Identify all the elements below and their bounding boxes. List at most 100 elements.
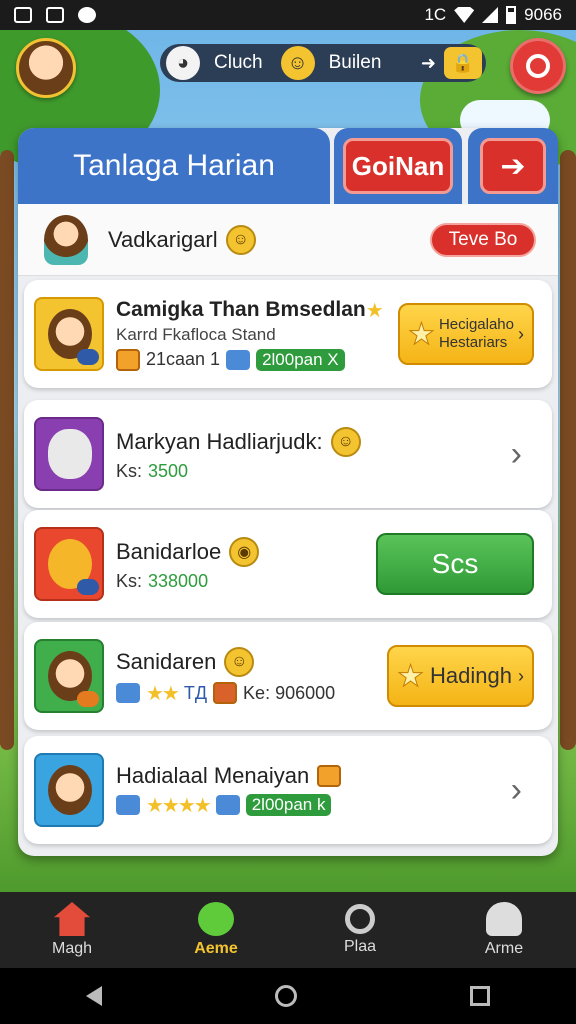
scs-button[interactable]: Scs <box>376 533 534 595</box>
list-item[interactable]: Banidarloe ◉ Ks: 338000 Scs <box>24 510 552 618</box>
badge-icon <box>77 579 99 595</box>
ticket-icon <box>116 683 140 703</box>
nav-label: Arme <box>484 940 524 957</box>
star-icon: ★ <box>408 317 436 351</box>
smiley-icon: ☺ <box>330 426 361 457</box>
chest-icon <box>213 682 238 704</box>
item-title: Camigka Than Bmsedlan ★ <box>116 298 384 322</box>
bottom-nav: Magh Aeme Plaa Arme <box>0 892 576 968</box>
gift-icon <box>317 764 342 787</box>
home-icon <box>54 902 90 936</box>
item-thumbnail <box>34 297 104 371</box>
list-item[interactable]: Camigka Than Bmsedlan ★ Karrd Fkafloca S… <box>24 280 552 388</box>
smiley-icon: ☺ <box>225 224 256 255</box>
cat-face-icon: ◕ <box>166 46 200 80</box>
ticket-icon <box>226 349 251 370</box>
profile-name: Vadkarigarl <box>108 226 218 252</box>
signal-label: 1C <box>424 5 447 24</box>
item-meta-text: 21caan 1 <box>146 349 221 369</box>
ball-icon <box>78 7 96 23</box>
nav-label: Plaa <box>343 938 377 955</box>
smiley-icon: ☺ <box>280 46 315 80</box>
nav-home[interactable]: Magh <box>0 892 144 968</box>
home-circle-icon[interactable] <box>274 985 297 1007</box>
nav-chat[interactable]: Aeme <box>144 892 288 968</box>
list-item[interactable]: Hadialaal Menaiyan ★★★★ 2l00pan k › <box>24 736 552 844</box>
search-icon <box>345 904 375 934</box>
stars-icon: ★★ <box>146 682 180 705</box>
tag-text: TД <box>183 682 208 703</box>
profile-row: Vadkarigarl ☺ Teve Bo <box>18 204 558 276</box>
claim-button-line1: Hecigalaho <box>438 316 514 333</box>
power-button[interactable] <box>510 38 566 94</box>
chevron-right-icon[interactable]: › <box>511 771 522 810</box>
hud-bar: ◕ Cluch ☺ Builen ➜ 🔒 <box>160 44 486 82</box>
smiley-icon: ☺ <box>224 646 255 677</box>
notification-icons <box>14 7 96 23</box>
back-icon[interactable] <box>86 986 103 1006</box>
nav-search[interactable]: Plaa <box>288 892 432 968</box>
item-thumbnail <box>34 753 104 827</box>
bear-face <box>48 429 92 479</box>
tree-trunk <box>560 150 576 750</box>
user-icon <box>486 902 522 936</box>
item-subtitle: Karrd Fkafloca Stand <box>116 324 276 344</box>
system-nav-bar <box>0 968 576 1024</box>
list-item[interactable]: Sanidaren ☺ ★★ TД Ke: 906000 ★ Hadingh › <box>24 622 552 730</box>
hadingh-button-label: Hadingh <box>430 663 512 688</box>
reward-pill: 2l00pan X <box>256 348 345 371</box>
item-title: Hadialaal Menaiyan <box>116 763 511 789</box>
arrow-icon: ➜ <box>420 52 436 73</box>
battery-icon <box>506 6 517 24</box>
chevron-right-icon: › <box>518 665 524 686</box>
star-icon: ★ <box>397 659 425 693</box>
star-icon: ★ <box>365 299 384 322</box>
chat-icon <box>198 902 234 936</box>
status-bar: 1C 9066 <box>0 0 576 30</box>
nav-label: Aeme <box>194 940 238 957</box>
item-title: Sanidaren ☺ <box>116 646 387 677</box>
cell-signal-icon <box>482 7 499 23</box>
profile-avatar <box>44 214 88 265</box>
photo-icon <box>46 7 64 23</box>
chevron-right-icon: › <box>518 323 524 344</box>
hud-right-label: Builen <box>328 52 382 73</box>
face-icon: ◉ <box>229 536 260 567</box>
daily-panel: Tanlaga Harian GoiNan ➔ Vadkarigarl ☺ Te… <box>18 128 558 856</box>
panel-title: Tanlaga Harian <box>18 128 330 204</box>
hadingh-button[interactable]: ★ Hadingh › <box>387 645 534 707</box>
clock-text: 9066 <box>524 5 562 24</box>
edit-icon <box>14 7 32 23</box>
power-icon <box>526 54 550 78</box>
item-value-text: Ke: 906000 <box>243 682 336 703</box>
tree-trunk <box>0 150 14 750</box>
recents-icon[interactable] <box>469 986 490 1006</box>
item-title: Markyan Hadliarjudk: ☺ <box>116 426 511 457</box>
chevron-right-icon[interactable]: › <box>511 435 522 474</box>
claim-button-line2: Hestariars <box>438 334 508 351</box>
teve-bo-button[interactable]: Teve Bo <box>430 222 536 257</box>
next-tab: ➔ <box>468 128 558 204</box>
ticket-icon <box>215 795 240 815</box>
claim-button[interactable]: ★ Hecigalaho Hestariars › <box>398 303 534 365</box>
reward-pill: 2l00pan k <box>245 794 332 816</box>
value-label: Ks: <box>116 460 143 481</box>
nav-profile[interactable]: Arme <box>432 892 576 968</box>
list-item[interactable]: Markyan Hadliarjudk: ☺ Ks: 3500 › <box>24 400 552 508</box>
next-arrow-button[interactable]: ➔ <box>480 138 546 194</box>
character-face <box>48 765 92 815</box>
wifi-icon <box>454 7 475 23</box>
goinan-tab: GoiNan <box>334 128 462 204</box>
lock-button[interactable]: 🔒 <box>444 47 482 79</box>
hud-left-label: Cluch <box>214 52 263 73</box>
stars-icon: ★★★★ <box>146 794 212 817</box>
item-thumbnail <box>34 639 104 713</box>
goinan-button[interactable]: GoiNan <box>343 138 453 194</box>
badge-icon <box>77 349 99 365</box>
item-thumbnail <box>34 417 104 491</box>
item-title: Banidarloe ◉ <box>116 536 376 567</box>
player-avatar[interactable] <box>16 38 76 98</box>
item-thumbnail <box>34 527 104 601</box>
value-label: Ks: <box>116 570 143 591</box>
nav-label: Magh <box>51 940 93 957</box>
